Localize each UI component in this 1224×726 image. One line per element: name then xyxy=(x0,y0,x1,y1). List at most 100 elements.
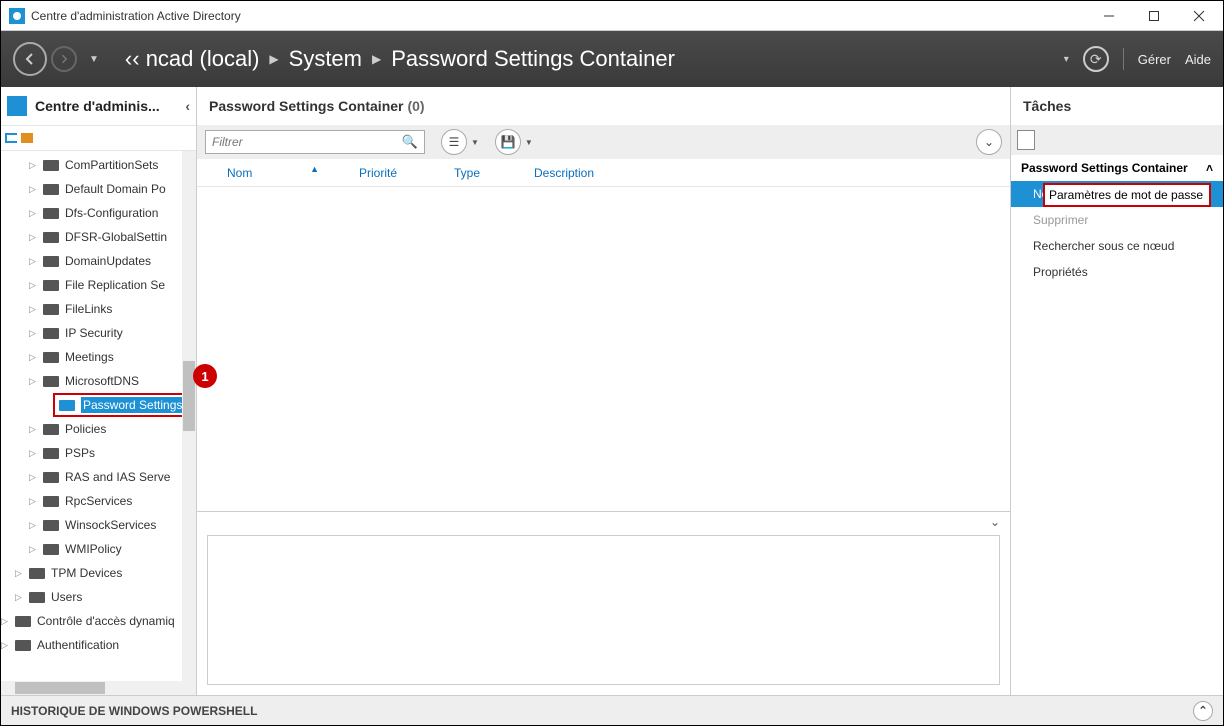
scrollbar-thumb[interactable] xyxy=(15,682,105,694)
expand-toolbar-button[interactable]: ⌄ xyxy=(976,129,1002,155)
folder-icon xyxy=(43,184,59,195)
content-toolbar: 🔍 ☰ ▼ 💾 ▼ ⌄ xyxy=(197,125,1010,159)
expand-icon[interactable]: ▷ xyxy=(1,640,8,651)
window-title: Centre d'administration Active Directory xyxy=(31,9,1086,23)
expand-icon[interactable]: ▷ xyxy=(29,352,36,363)
breadcrumb-system[interactable]: System xyxy=(289,46,362,72)
save-query-button[interactable]: 💾 xyxy=(495,129,521,155)
tree-item[interactable]: Password Settings xyxy=(53,393,187,417)
manage-link[interactable]: Gérer xyxy=(1138,52,1171,67)
expand-icon[interactable]: ▷ xyxy=(1,616,8,627)
tree-item[interactable]: ▷ Default Domain Po xyxy=(1,177,196,201)
expand-icon[interactable]: ▷ xyxy=(29,520,36,531)
task-item-label: Rechercher sous ce nœud xyxy=(1033,239,1174,253)
task-item-label: Propriétés xyxy=(1033,265,1088,279)
nav-forward-button[interactable] xyxy=(51,46,77,72)
dropdown-icon[interactable]: ▼ xyxy=(471,138,479,147)
tree-item[interactable]: ▷Contrôle d'accès dynamiq xyxy=(1,609,196,633)
folder-icon xyxy=(43,448,59,459)
nav-back-button[interactable] xyxy=(13,42,47,76)
expand-icon[interactable]: ▷ xyxy=(29,448,36,459)
folder-icon xyxy=(43,280,59,291)
footer-expand-button[interactable]: ⌃ xyxy=(1193,701,1213,721)
filter-box[interactable]: 🔍 xyxy=(205,130,425,154)
task-item[interactable]: Rechercher sous ce nœud xyxy=(1011,233,1223,259)
tree-item-label: WinsockServices xyxy=(65,518,156,532)
tree-item[interactable]: ▷File Replication Se xyxy=(1,273,196,297)
column-name[interactable]: Nom▲ xyxy=(209,166,359,180)
tree-item[interactable]: ▷IP Security xyxy=(1,321,196,345)
tree-item[interactable]: ▷Meetings xyxy=(1,345,196,369)
folder-icon xyxy=(43,160,59,171)
expand-icon[interactable]: ▷ xyxy=(29,304,36,315)
tree-item[interactable]: ▷DFSR-GlobalSettin xyxy=(1,225,196,249)
maximize-button[interactable] xyxy=(1131,1,1176,31)
dropdown-icon[interactable]: ▼ xyxy=(525,138,533,147)
breadcrumb-dropdown-icon[interactable]: ▾ xyxy=(1064,54,1069,65)
column-description[interactable]: Description xyxy=(534,166,998,180)
tree-item[interactable]: ▷TPM Devices xyxy=(1,561,196,585)
refresh-button[interactable]: ⟳ xyxy=(1083,46,1109,72)
tree-item[interactable]: ▷ Users xyxy=(1,585,196,609)
expand-icon[interactable]: ▷ xyxy=(29,232,36,243)
task-item[interactable]: Propriétés xyxy=(1011,259,1223,285)
sidebar-collapse-icon[interactable]: ‹ xyxy=(185,98,190,114)
column-priority[interactable]: Priorité xyxy=(359,166,454,180)
tree-item[interactable]: ▷RpcServices xyxy=(1,489,196,513)
sidebar-view-tree-icon[interactable] xyxy=(21,133,33,143)
expand-icon[interactable]: ▷ xyxy=(29,424,36,435)
submenu-item-label: Paramètres de mot de passe xyxy=(1049,188,1203,202)
submenu-flyout[interactable]: Paramètres de mot de passe xyxy=(1043,183,1211,207)
sidebar-view-list-icon[interactable] xyxy=(5,133,17,143)
expand-icon[interactable]: ▷ xyxy=(15,592,22,603)
breadcrumb-root[interactable]: ‹‹ ncad (local) xyxy=(125,46,260,72)
sidebar-header: Centre d'adminis... ‹ xyxy=(1,87,196,125)
grid-body xyxy=(197,187,1010,511)
tree-item-label: Authentification xyxy=(37,638,119,652)
window-controls xyxy=(1086,1,1221,31)
tree-item[interactable]: ▷MicrosoftDNS xyxy=(1,369,196,393)
tree-item-label: Users xyxy=(51,590,82,604)
tree-item[interactable]: ▷RAS and IAS Serve xyxy=(1,465,196,489)
nav-history-dropdown[interactable]: ▼ xyxy=(89,54,99,65)
tasks-section-header[interactable]: Password Settings Container ˄ xyxy=(1011,155,1223,181)
expand-icon[interactable]: ▷ xyxy=(29,256,36,267)
tree-item[interactable]: ▷FileLinks xyxy=(1,297,196,321)
expand-icon[interactable]: ▷ xyxy=(29,280,36,291)
tree-item[interactable]: ▷Policies xyxy=(1,417,196,441)
callout-1: 1 xyxy=(193,364,217,388)
close-button[interactable] xyxy=(1176,1,1221,31)
tree-item[interactable]: ▷ DomainUpdates xyxy=(1,249,196,273)
column-type[interactable]: Type xyxy=(454,166,534,180)
help-link[interactable]: Aide xyxy=(1185,52,1211,67)
tree-item[interactable]: ▷Dfs-Configuration xyxy=(1,201,196,225)
minimize-button[interactable] xyxy=(1086,1,1131,31)
tree-item[interactable]: ▷ WinsockServices xyxy=(1,513,196,537)
expand-icon[interactable]: ▷ xyxy=(29,160,36,171)
tree-item[interactable]: ▷WMIPolicy xyxy=(1,537,196,561)
expand-icon[interactable]: ▷ xyxy=(15,568,22,579)
details-toggle[interactable]: ⌄ xyxy=(197,511,1010,531)
search-icon[interactable]: 🔍 xyxy=(402,134,418,150)
tree-vertical-scrollbar[interactable] xyxy=(182,151,196,681)
tasks-title: Tâches xyxy=(1011,87,1223,125)
expand-icon[interactable]: ▷ xyxy=(29,472,36,483)
tree-item[interactable]: ▷PSPs xyxy=(1,441,196,465)
view-options-button[interactable]: ☰ xyxy=(441,129,467,155)
clipboard-icon[interactable] xyxy=(1017,130,1035,150)
expand-icon[interactable]: ▷ xyxy=(29,496,36,507)
tree-item-label: Default Domain Po xyxy=(65,182,166,196)
tree-horizontal-scrollbar[interactable] xyxy=(1,681,196,695)
breadcrumb-leaf[interactable]: Password Settings Container xyxy=(391,46,675,72)
expand-icon[interactable]: ▷ xyxy=(29,544,36,555)
tree-item-label: DomainUpdates xyxy=(65,254,151,268)
filter-input[interactable] xyxy=(212,135,402,149)
expand-icon[interactable]: ▷ xyxy=(29,184,36,195)
expand-icon[interactable]: ▷ xyxy=(29,208,36,219)
app-icon xyxy=(9,8,25,24)
tree-item[interactable]: ▷ Authentification xyxy=(1,633,196,657)
tree-item[interactable]: ▷ComPartitionSets xyxy=(1,153,196,177)
folder-icon xyxy=(43,544,59,555)
expand-icon[interactable]: ▷ xyxy=(29,376,36,387)
expand-icon[interactable]: ▷ xyxy=(29,328,36,339)
